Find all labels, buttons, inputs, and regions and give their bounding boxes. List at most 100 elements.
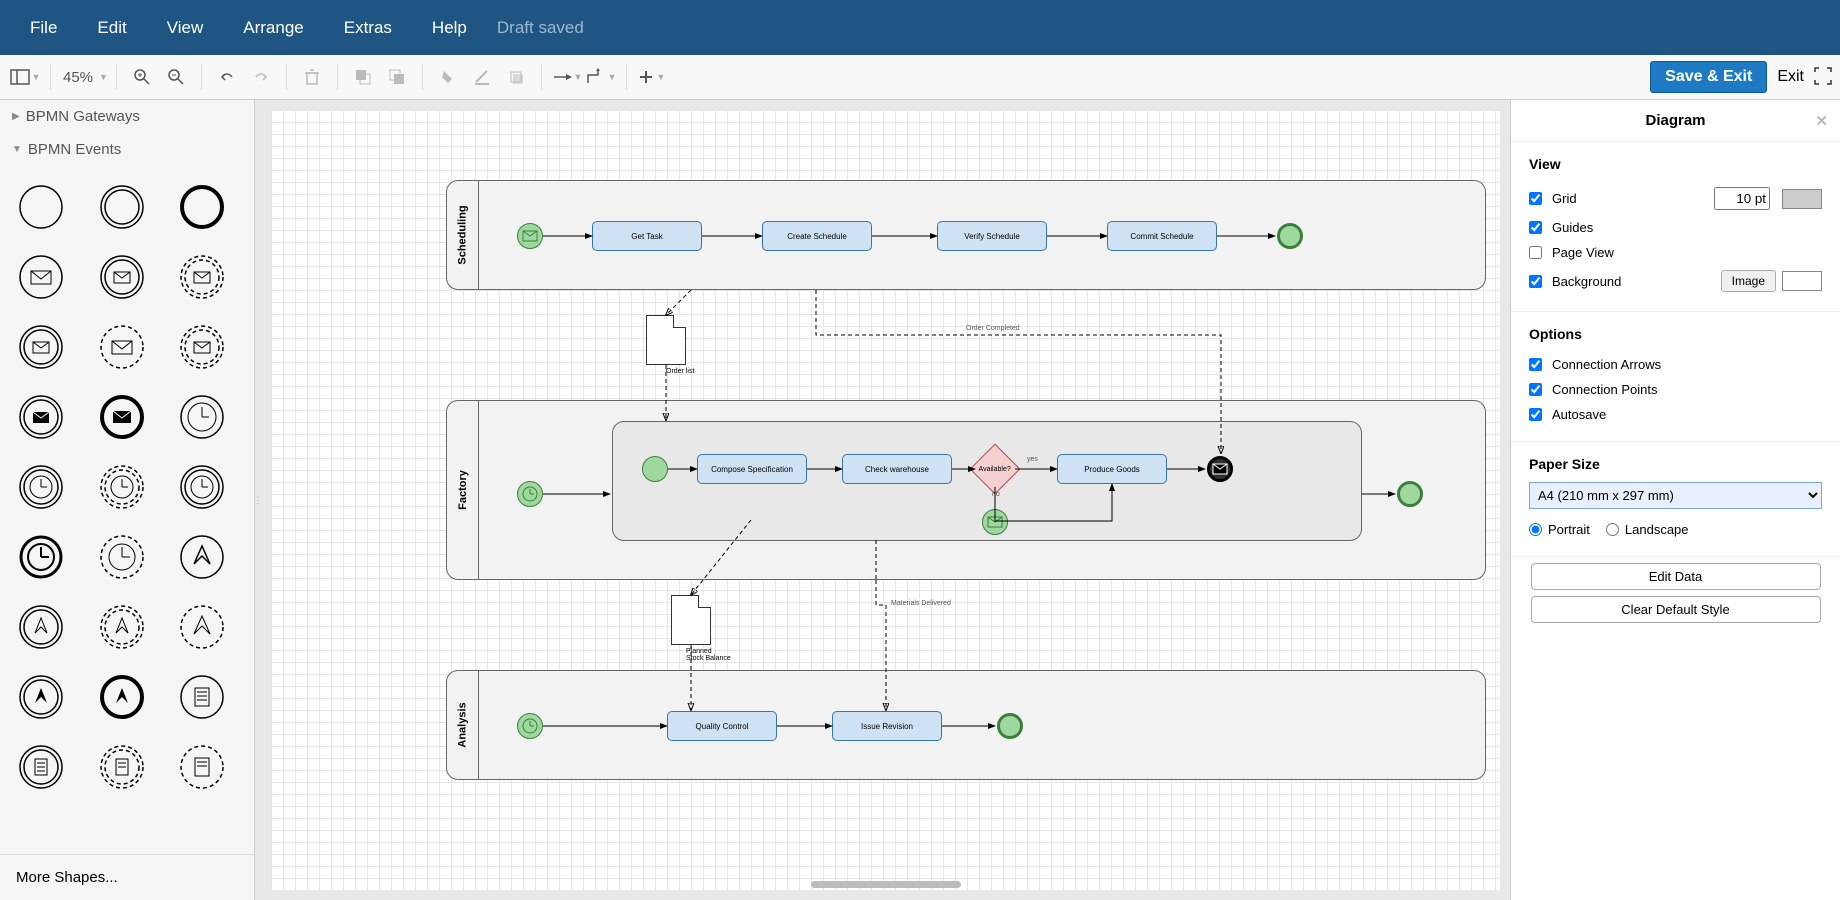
autosave-label: Autosave <box>1552 407 1606 422</box>
pageview-label: Page View <box>1552 245 1614 260</box>
background-color-swatch[interactable] <box>1782 271 1822 291</box>
conn-arrows-checkbox[interactable] <box>1529 358 1542 371</box>
event-intermediate-escalation-throw[interactable] <box>10 666 72 728</box>
event-start-escalation-dash[interactable] <box>171 596 233 658</box>
flow-label-materials-delivered: Materials Delivered <box>891 600 951 607</box>
menu-extras[interactable]: Extras <box>324 18 412 38</box>
horizontal-scrollbar[interactable] <box>811 881 961 888</box>
event-intermediate-escalation[interactable] <box>10 596 72 658</box>
guides-label: Guides <box>1552 220 1593 235</box>
conn-points-checkbox[interactable] <box>1529 383 1542 396</box>
event-start-conditional-dash[interactable] <box>171 736 233 798</box>
paper-size-select[interactable]: A4 (210 mm x 297 mm) <box>1529 482 1822 509</box>
shadow-button[interactable] <box>501 62 531 92</box>
exit-button[interactable]: Exit <box>1777 68 1804 86</box>
clear-default-style-button[interactable]: Clear Default Style <box>1531 596 1821 623</box>
event-boundary-message-noninterrupt[interactable] <box>171 246 233 308</box>
format-panel-title: Diagram✕ <box>1511 100 1840 142</box>
menu-arrange[interactable]: Arrange <box>223 18 323 38</box>
event-boundary-message-dash[interactable] <box>171 316 233 378</box>
event-start-timer-sub[interactable] <box>171 456 233 518</box>
view-section-header: View <box>1529 156 1822 172</box>
fill-color-button[interactable] <box>433 62 463 92</box>
draft-saved-label: Draft saved <box>487 18 584 38</box>
menubar: File Edit View Arrange Extras Help Draft… <box>0 0 1840 55</box>
background-label: Background <box>1552 274 1621 289</box>
event-timer-dash[interactable] <box>91 526 153 588</box>
event-start-message[interactable] <box>10 246 72 308</box>
portrait-label: Portrait <box>1548 522 1590 537</box>
insert-button[interactable]: ▼ <box>637 62 667 92</box>
event-intermediate-conditional[interactable] <box>10 736 72 798</box>
pool-analysis[interactable]: Analysis Quality Control Issue Revision <box>446 670 1486 780</box>
menu-edit[interactable]: Edit <box>77 18 146 38</box>
edit-data-button[interactable]: Edit Data <box>1531 563 1821 590</box>
background-checkbox[interactable] <box>1529 275 1542 288</box>
flow-label-order-completed: Order Completed <box>966 325 1020 332</box>
waypoint-button[interactable]: ▼ <box>586 62 616 92</box>
event-start-message-noninterrupt[interactable] <box>91 316 153 378</box>
guides-checkbox[interactable] <box>1529 221 1542 234</box>
doc-planned-stock-label: Planned Stock Balance <box>686 648 731 662</box>
event-timer-bold[interactable] <box>10 526 72 588</box>
event-start-none[interactable] <box>10 176 72 238</box>
redo-button[interactable] <box>246 62 276 92</box>
pageview-checkbox[interactable] <box>1529 246 1542 259</box>
grid-color-swatch[interactable] <box>1782 189 1822 209</box>
options-section-header: Options <box>1529 326 1822 342</box>
conn-arrows-label: Connection Arrows <box>1552 357 1661 372</box>
palette-gateways-label: BPMN Gateways <box>26 108 140 125</box>
view-mode-button[interactable]: ▼ <box>10 62 40 92</box>
zoom-level[interactable]: 45% <box>59 69 97 86</box>
shapes-sidebar: ▶BPMN Gateways ▼BPMN Events <box>0 100 255 900</box>
landscape-radio[interactable] <box>1606 523 1619 536</box>
palette-gateways-header[interactable]: ▶BPMN Gateways <box>0 100 254 133</box>
event-intermediate-none[interactable] <box>91 176 153 238</box>
event-end-escalation[interactable] <box>91 666 153 728</box>
fullscreen-icon[interactable] <box>1814 67 1832 88</box>
grid-label: Grid <box>1552 191 1577 206</box>
connection-button[interactable]: ▼ <box>552 62 582 92</box>
landscape-label: Landscape <box>1625 522 1689 537</box>
event-start-message-sub[interactable] <box>10 316 72 378</box>
palette-events-grid <box>0 166 254 808</box>
more-shapes-button[interactable]: More Shapes... <box>0 854 254 900</box>
zoom-out-button[interactable] <box>161 62 191 92</box>
to-back-button[interactable] <box>382 62 412 92</box>
paper-section-header: Paper Size <box>1529 456 1822 472</box>
doc-order-list-label: Order list <box>666 368 694 375</box>
event-end-message[interactable] <box>91 386 153 448</box>
event-intermediate-timer[interactable] <box>10 456 72 518</box>
conn-points-label: Connection Points <box>1552 382 1658 397</box>
event-start-escalation[interactable] <box>171 526 233 588</box>
menu-help[interactable]: Help <box>412 18 487 38</box>
background-image-button[interactable]: Image <box>1721 270 1776 292</box>
doc-order-list[interactable] <box>646 315 686 365</box>
zoom-in-button[interactable] <box>127 62 157 92</box>
event-end-none[interactable] <box>171 176 233 238</box>
to-front-button[interactable] <box>348 62 378 92</box>
grid-size-input[interactable] <box>1714 187 1770 210</box>
event-boundary-timer-noninterrupt[interactable] <box>91 456 153 518</box>
undo-button[interactable] <box>212 62 242 92</box>
menu-view[interactable]: View <box>147 18 224 38</box>
save-exit-button[interactable]: Save & Exit <box>1650 61 1767 93</box>
close-panel-icon[interactable]: ✕ <box>1815 112 1828 130</box>
delete-button[interactable] <box>297 62 327 92</box>
canvas-area[interactable]: Scheduling Get Task Create Schedule Veri… <box>261 100 1510 900</box>
event-intermediate-message-throw[interactable] <box>10 386 72 448</box>
event-boundary-escalation-noninterrupt[interactable] <box>91 596 153 658</box>
pool-scheduling[interactable]: Scheduling Get Task Create Schedule Veri… <box>446 180 1486 290</box>
line-color-button[interactable] <box>467 62 497 92</box>
event-start-timer[interactable] <box>171 386 233 448</box>
autosave-checkbox[interactable] <box>1529 408 1542 421</box>
palette-events-header[interactable]: ▼BPMN Events <box>0 133 254 166</box>
pool-factory[interactable]: Factory Compose Specification Check ware… <box>446 400 1486 580</box>
event-intermediate-message-catch[interactable] <box>91 246 153 308</box>
portrait-radio[interactable] <box>1529 523 1542 536</box>
menu-file[interactable]: File <box>10 18 77 38</box>
grid-checkbox[interactable] <box>1529 192 1542 205</box>
event-boundary-conditional-noninterrupt[interactable] <box>91 736 153 798</box>
event-start-conditional[interactable] <box>171 666 233 728</box>
doc-planned-stock[interactable] <box>671 595 711 645</box>
